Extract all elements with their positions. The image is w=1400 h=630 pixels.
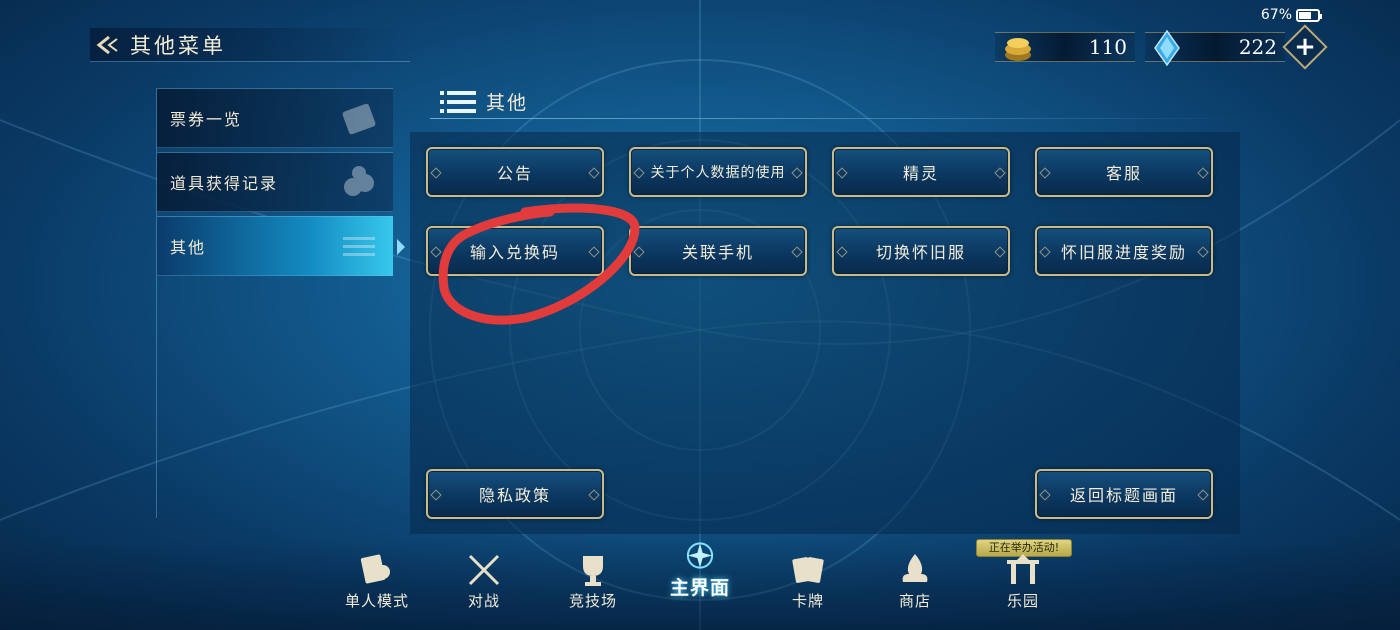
sidebar-item-tickets[interactable]: 票券一览: [157, 88, 393, 148]
nav-arena[interactable]: 竞技场: [548, 552, 638, 612]
sidebar-item-item-log[interactable]: 道具获得记录: [157, 152, 393, 212]
nav-label: 卡牌: [791, 592, 824, 610]
button-label: 公告: [496, 164, 533, 183]
battery-icon: [1296, 8, 1322, 22]
button-label: 切换怀旧服: [875, 243, 966, 262]
spirit-button[interactable]: 精灵: [832, 147, 1010, 197]
redeem-code-button[interactable]: 输入兑换码: [426, 226, 604, 276]
blue-crystal-icon: [1154, 29, 1180, 67]
gate-icon: [1007, 554, 1039, 584]
trophy-icon: [583, 556, 603, 586]
button-label: 关于个人数据的使用: [650, 165, 786, 181]
nav-solo-mode[interactable]: 单人模式: [332, 552, 422, 612]
card-deck-icon: [792, 557, 824, 583]
gold-currency: 110: [995, 32, 1135, 62]
page-title: 其他菜单: [130, 33, 226, 58]
nav-label: 乐园: [1006, 592, 1039, 610]
list-icon: [343, 237, 375, 256]
flame-shop-icon: [902, 554, 928, 582]
crossed-swords-icon: [468, 554, 500, 586]
menu-list-icon: [440, 90, 476, 113]
privacy-policy-button[interactable]: 隐私政策: [426, 469, 604, 519]
section-divider: [430, 118, 1250, 119]
announcement-button[interactable]: 公告: [426, 147, 604, 197]
section-header: 其他: [440, 88, 528, 115]
plus-icon: +: [1294, 32, 1316, 62]
ticket-icon: [342, 103, 376, 135]
button-label: 怀旧服进度奖励: [1060, 243, 1187, 262]
nav-label: 主界面: [669, 577, 730, 599]
gem-amount: 222: [1238, 35, 1277, 59]
gold-coins-icon: [1005, 38, 1031, 61]
button-label: 返回标题画面: [1069, 486, 1178, 505]
link-phone-button[interactable]: 关联手机: [629, 226, 807, 276]
nav-label: 商店: [898, 592, 931, 610]
header-bar: 其他菜单: [90, 28, 410, 62]
sidebar-item-label: 道具获得记录: [170, 174, 279, 193]
compass-emblem-icon: [686, 542, 714, 569]
gem-currency: 222: [1145, 29, 1285, 67]
gold-amount: 110: [1088, 35, 1127, 59]
sidebar-item-label: 其他: [170, 238, 207, 257]
button-label: 客服: [1105, 164, 1142, 183]
button-label: 精灵: [902, 164, 939, 183]
coins-icon: [344, 166, 374, 196]
button-label: 隐私政策: [478, 486, 551, 505]
nav-paradise[interactable]: 乐园: [978, 552, 1068, 612]
nav-main-screen[interactable]: 主界面: [655, 540, 745, 600]
legacy-progress-reward-button[interactable]: 怀旧服进度奖励: [1035, 226, 1213, 276]
active-indicator-arrow: [397, 239, 405, 255]
cards-avatar-icon: [360, 554, 390, 584]
nav-cards[interactable]: 卡牌: [763, 552, 853, 612]
sidebar-item-other[interactable]: 其他: [157, 216, 405, 276]
data-usage-button[interactable]: 关于个人数据的使用: [629, 147, 807, 197]
nav-label: 单人模式: [344, 592, 409, 610]
status-bar: 67%: [1260, 7, 1322, 23]
add-currency-button[interactable]: +: [1282, 24, 1328, 70]
sidebar-item-label: 票券一览: [170, 110, 243, 129]
back-arrow-icon: [96, 35, 118, 54]
battery-percent: 67%: [1260, 7, 1292, 23]
nav-label: 对战: [467, 592, 500, 610]
sidebar: 票券一览 道具获得记录 其他: [156, 88, 405, 518]
nav-label: 竞技场: [568, 592, 617, 610]
return-title-screen-button[interactable]: 返回标题画面: [1035, 469, 1213, 519]
button-label: 关联手机: [681, 243, 754, 262]
customer-service-button[interactable]: 客服: [1035, 147, 1213, 197]
nav-shop[interactable]: 商店: [870, 552, 960, 612]
switch-legacy-server-button[interactable]: 切换怀旧服: [832, 226, 1010, 276]
back-button[interactable]: [90, 28, 130, 62]
nav-battle[interactable]: 对战: [439, 552, 529, 612]
section-title: 其他: [486, 92, 529, 114]
button-label: 输入兑换码: [469, 243, 560, 262]
